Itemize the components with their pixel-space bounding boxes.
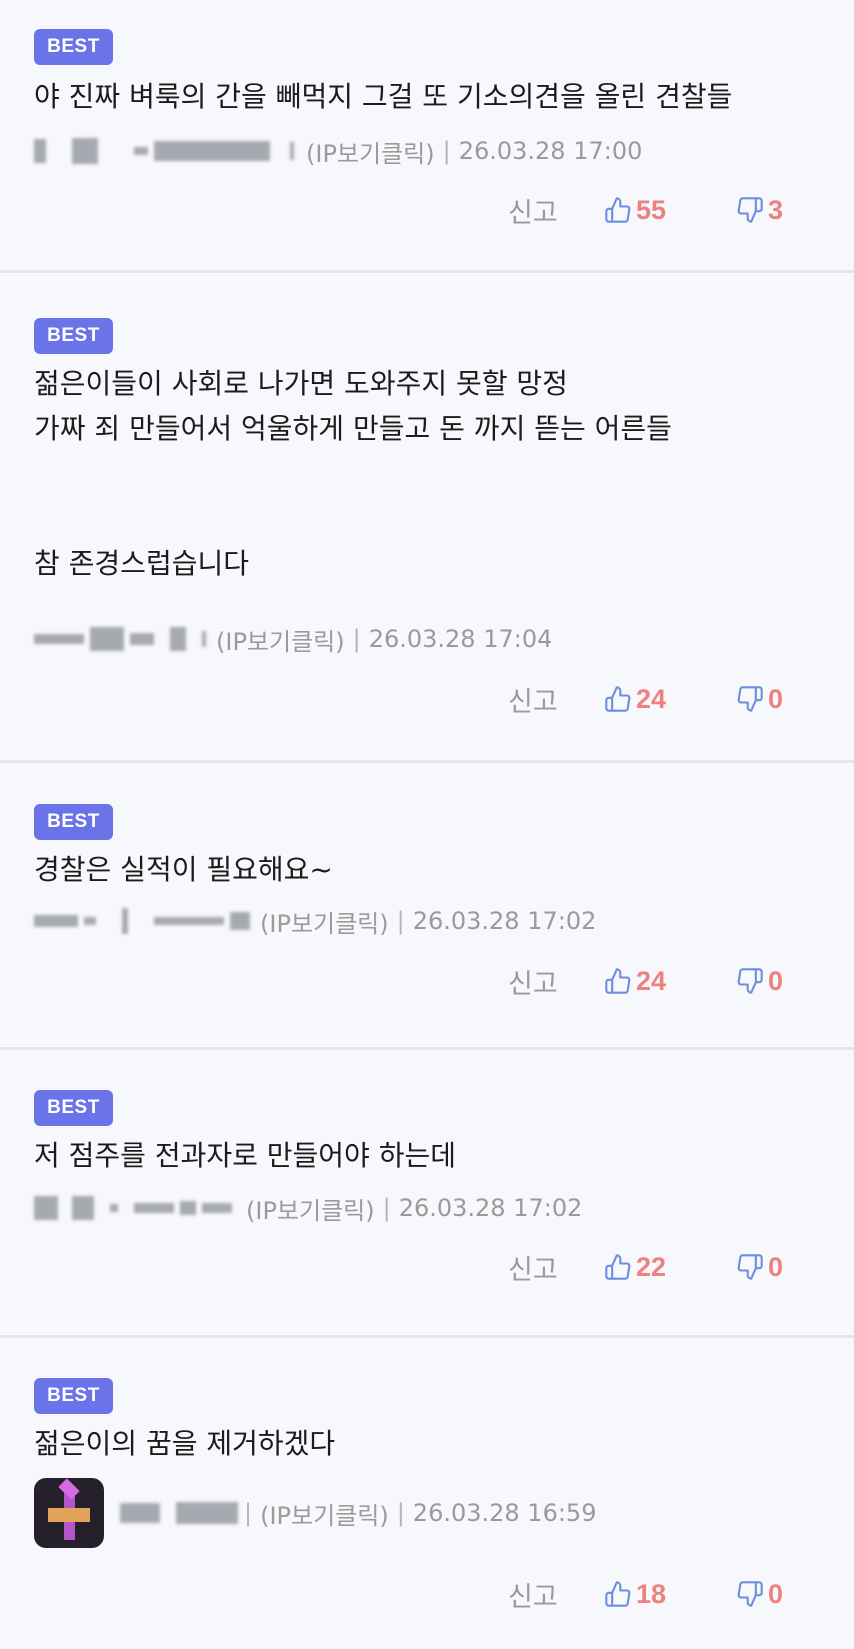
like-button[interactable]: 24 — [604, 684, 736, 715]
like-count: 22 — [636, 1251, 667, 1282]
thumbs-down-icon — [737, 968, 763, 994]
report-button[interactable]: 신고 — [508, 962, 604, 1001]
meta-separator: | — [352, 625, 361, 653]
dislike-count: 0 — [768, 965, 784, 996]
meta-separator: | — [382, 1194, 391, 1222]
ip-view-link[interactable]: (IP보기클릭) — [260, 904, 389, 939]
like-count: 18 — [636, 1578, 667, 1609]
report-button[interactable]: 신고 — [508, 191, 604, 230]
user-avatar[interactable] — [34, 1478, 104, 1548]
author-nickname-blurred[interactable] — [114, 1502, 238, 1524]
best-badge: BEST — [34, 1090, 113, 1126]
comment-meta: | (IP보기클릭) | 26.03.28 16:59 — [34, 1475, 596, 1551]
comment-date: 26.03.28 17:02 — [398, 1194, 583, 1222]
dislike-button[interactable]: 0 — [736, 684, 854, 715]
author-nickname-blurred[interactable] — [34, 138, 294, 164]
author-nickname-blurred[interactable] — [34, 908, 250, 934]
comment-actions: 신고 22 0 — [508, 1247, 854, 1287]
dislike-count: 0 — [768, 1578, 784, 1609]
like-count: 24 — [636, 965, 667, 996]
comment-actions: 신고 24 0 — [508, 679, 854, 719]
thumbs-down-icon — [737, 1254, 763, 1280]
meta-separator: | — [396, 1499, 405, 1527]
ip-view-link[interactable]: (IP보기클릭) — [260, 1496, 389, 1531]
comment-item: BEST 젊은이들이 사회로 나가면 도와주지 못할 망정 가짜 죄 만들어서 … — [0, 273, 854, 763]
comment-date: 26.03.28 17:00 — [458, 137, 643, 165]
dislike-count: 0 — [768, 1251, 784, 1282]
comment-text: 젊은이의 꿈을 제거하겠다 — [34, 1427, 336, 1460]
thumbs-up-icon — [605, 686, 631, 712]
author-nickname-blurred[interactable] — [34, 627, 206, 651]
thumbs-down-icon — [737, 686, 763, 712]
dislike-button[interactable]: 3 — [736, 195, 854, 226]
comment-actions: 신고 55 3 — [508, 190, 854, 230]
comment-item: BEST 경찰은 실적이 필요해요~ (IP보기클릭) | 26.03.28 1… — [0, 763, 854, 1050]
dislike-count: 0 — [768, 683, 784, 714]
thumbs-up-icon — [605, 1581, 631, 1607]
ip-view-link[interactable]: (IP보기클릭) — [246, 1191, 375, 1226]
report-button[interactable]: 신고 — [508, 680, 604, 719]
like-button[interactable]: 24 — [604, 966, 736, 997]
like-count: 55 — [636, 194, 667, 225]
comment-date: 26.03.28 17:02 — [412, 907, 597, 935]
dislike-count: 3 — [768, 194, 784, 225]
comment-meta: (IP보기클릭) | 26.03.28 17:02 — [34, 1190, 582, 1226]
comment-text: 젊은이들이 사회로 나가면 도와주지 못할 망정 가짜 죄 만들어서 억울하게 … — [34, 367, 672, 580]
meta-separator: | — [442, 137, 451, 165]
comment-date: 26.03.28 16:59 — [412, 1499, 597, 1527]
dislike-button[interactable]: 0 — [736, 1579, 854, 1610]
ip-view-link[interactable]: (IP보기클릭) — [306, 134, 435, 169]
dislike-button[interactable]: 0 — [736, 1252, 854, 1283]
best-badge: BEST — [34, 1378, 113, 1414]
comment-meta: (IP보기클릭) | 26.03.28 17:02 — [34, 903, 596, 939]
meta-separator: | — [396, 907, 405, 935]
comment-date: 26.03.28 17:04 — [368, 625, 553, 653]
ip-view-link[interactable]: (IP보기클릭) — [216, 622, 345, 657]
meta-separator: | — [244, 1499, 253, 1527]
thumbs-down-icon — [737, 1581, 763, 1607]
comment-actions: 신고 24 0 — [508, 961, 854, 1001]
thumbs-down-icon — [737, 197, 763, 223]
like-button[interactable]: 55 — [604, 195, 736, 226]
comment-text: 경찰은 실적이 필요해요~ — [34, 853, 333, 886]
comment-item: BEST 젊은이의 꿈을 제거하겠다 | (IP보기클릭) | 26.03.28… — [0, 1338, 854, 1649]
comment-item: BEST 야 진짜 벼룩의 간을 빼먹지 그걸 또 기소의견을 올린 견찰들 (… — [0, 0, 854, 273]
best-badge: BEST — [34, 318, 113, 354]
thumbs-up-icon — [605, 968, 631, 994]
report-button[interactable]: 신고 — [508, 1575, 604, 1614]
comment-text: 저 점주를 전과자로 만들어야 하는데 — [34, 1139, 457, 1172]
best-badge: BEST — [34, 804, 113, 840]
comment-meta: (IP보기클릭) | 26.03.28 17:04 — [34, 621, 552, 657]
best-badge: BEST — [34, 29, 113, 65]
report-button[interactable]: 신고 — [508, 1248, 604, 1287]
comment-text: 야 진짜 벼룩의 간을 빼먹지 그걸 또 기소의견을 올린 견찰들 — [34, 80, 733, 113]
like-button[interactable]: 22 — [604, 1252, 736, 1283]
comment-actions: 신고 18 0 — [508, 1574, 854, 1614]
thumbs-up-icon — [605, 197, 631, 223]
like-button[interactable]: 18 — [604, 1579, 736, 1610]
comment-meta: (IP보기클릭) | 26.03.28 17:00 — [34, 133, 642, 169]
like-count: 24 — [636, 683, 667, 714]
thumbs-up-icon — [605, 1254, 631, 1280]
comment-item: BEST 저 점주를 전과자로 만들어야 하는데 (IP보기클릭) | 26.0… — [0, 1050, 854, 1338]
author-nickname-blurred[interactable] — [34, 1196, 232, 1220]
dislike-button[interactable]: 0 — [736, 966, 854, 997]
